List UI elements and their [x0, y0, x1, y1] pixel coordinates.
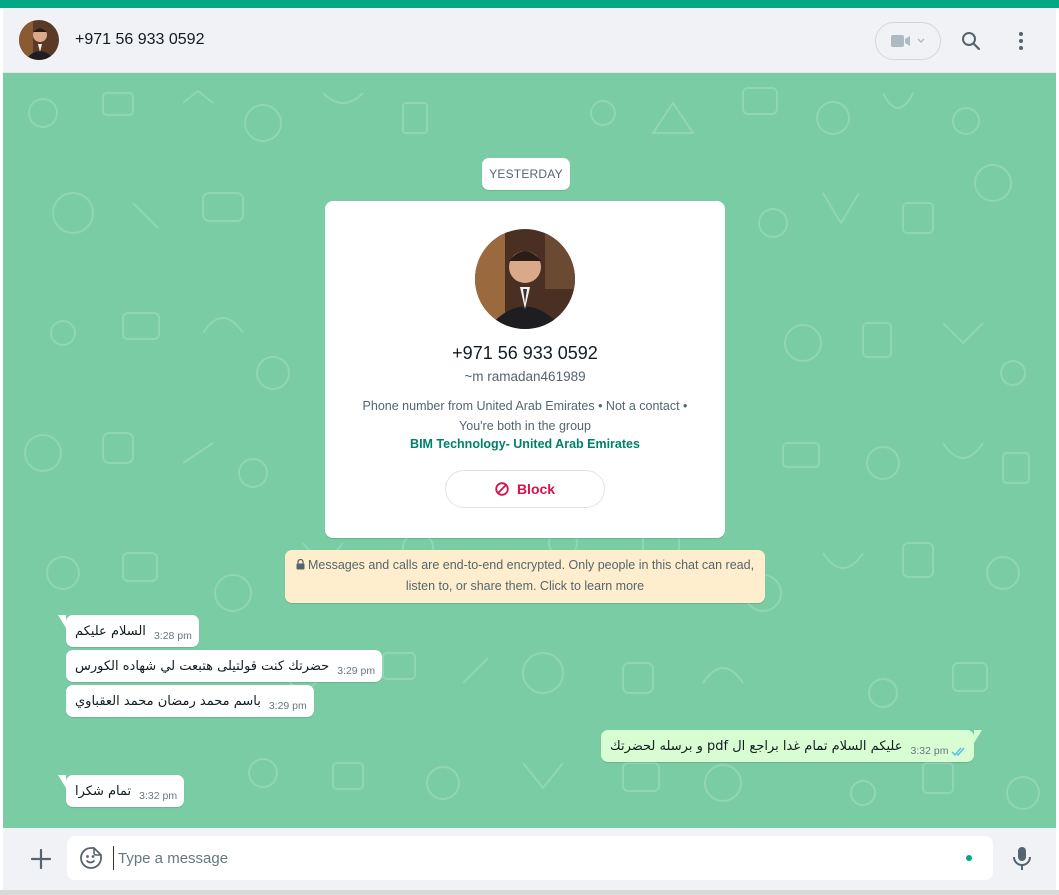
message-text: السلام عليكم	[75, 623, 146, 639]
encryption-notice[interactable]: Messages and calls are end-to-end encryp…	[285, 550, 765, 603]
block-button[interactable]: Block	[445, 470, 605, 508]
block-button-label: Block	[516, 481, 556, 497]
encryption-notice-line-2: listen to, or share them. Click to learn…	[405, 579, 645, 593]
outgoing-message[interactable]: عليكم السلام تمام غدا براجع ال pdf و برس…	[601, 730, 983, 762]
message-time: 3:29 pm	[337, 665, 376, 677]
message-input-container	[67, 836, 993, 880]
lock-icon	[296, 558, 305, 570]
date-divider: YESTERDAY	[482, 158, 570, 190]
message-composer	[3, 828, 1056, 890]
mic-icon	[1013, 847, 1031, 870]
incoming-message[interactable]: تمام شكرا 3:32 pm	[57, 775, 185, 807]
emoji-button[interactable]	[80, 847, 102, 869]
incoming-message[interactable]: حضرتك كنت قولتيلى هتبعت لي شهاده الكورس …	[66, 650, 383, 682]
header-contact-phone[interactable]: +971 56 933 0592	[75, 31, 204, 49]
emoji-icon	[80, 847, 102, 869]
window-bottom-edge	[0, 890, 1059, 895]
message-text: عليكم السلام تمام غدا براجع ال pdf و برس…	[610, 738, 903, 754]
encryption-notice-line-1: Messages and calls are end-to-end encryp…	[307, 558, 755, 572]
double-check-icon	[951, 747, 965, 756]
chevron-down-icon	[917, 38, 925, 43]
chat-header: +971 56 933 0592	[3, 8, 1056, 73]
status-dot	[966, 855, 972, 861]
message-text: تمام شكرا	[75, 783, 132, 799]
card-avatar[interactable]	[475, 229, 575, 329]
message-input[interactable]	[113, 846, 953, 870]
message-text: حضرتك كنت قولتيلى هتبعت لي شهاده الكورس	[75, 658, 330, 674]
block-icon	[495, 482, 509, 496]
message-time: 3:29 pm	[268, 700, 307, 712]
card-push-name: ~m ramadan461989	[464, 369, 586, 384]
contact-info-card: +971 56 933 0592 ~m ramadan461989 Phone …	[325, 201, 725, 538]
menu-button[interactable]	[1008, 28, 1034, 54]
contact-avatar[interactable]	[19, 20, 59, 60]
avatar-photo-icon	[475, 229, 575, 329]
card-info-line-2: You're both in the group	[459, 419, 591, 433]
voice-message-button[interactable]	[1011, 846, 1033, 872]
plus-icon	[30, 848, 52, 870]
message-time: 3:28 pm	[153, 630, 192, 642]
search-icon	[962, 32, 981, 51]
card-phone-number: +971 56 933 0592	[452, 343, 598, 363]
attach-button[interactable]	[29, 847, 53, 871]
read-status	[951, 746, 967, 757]
search-button[interactable]	[958, 28, 984, 54]
window-top-accent	[0, 0, 1059, 8]
incoming-message[interactable]: باسم محمد رمضان محمد العقباوي 3:29 pm	[66, 685, 314, 717]
avatar-photo-icon	[19, 20, 59, 60]
card-info-line-1: Phone number from United Arab Emirates •…	[362, 399, 688, 413]
video-call-icon	[891, 35, 910, 47]
chat-window: +971 56 933 0592 YESTERDAY +971 56 933 0…	[3, 8, 1056, 890]
menu-dots-icon	[1019, 32, 1023, 50]
message-time: 3:32 pm	[139, 790, 178, 802]
message-text: باسم محمد رمضان محمد العقباوي	[75, 693, 261, 709]
card-info-text: Phone number from United Arab Emirates •…	[345, 396, 705, 436]
common-group-link[interactable]: BIM Technology- United Arab Emirates	[325, 437, 725, 451]
incoming-message[interactable]: السلام عليكم 3:28 pm	[58, 615, 199, 647]
message-time: 3:32 pm	[910, 745, 949, 757]
video-call-button[interactable]	[875, 22, 941, 60]
